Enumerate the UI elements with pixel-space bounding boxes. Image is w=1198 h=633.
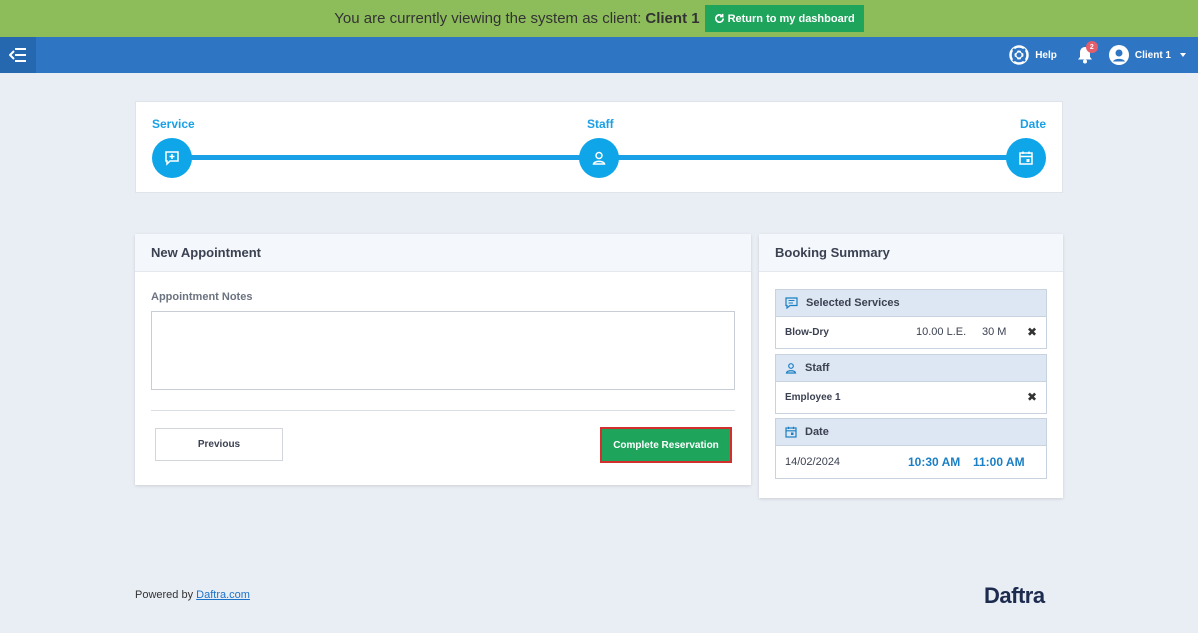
time-slot-end[interactable]: 11:00 AM [973, 446, 1025, 478]
step-label-date: Date [1019, 117, 1046, 131]
booking-summary-panel: Booking Summary Selected Services Blow-D… [759, 234, 1063, 498]
refresh-icon [714, 13, 724, 23]
staff-row: Employee 1 ✖ [775, 382, 1047, 414]
service-icon [165, 151, 179, 166]
service-duration: 30 M [982, 326, 1007, 338]
impersonated-client-name: Client 1 [645, 10, 700, 27]
user-icon [785, 363, 797, 374]
divider [151, 410, 735, 411]
step-label-staff: Staff [587, 117, 614, 131]
user-name: Client 1 [1134, 49, 1171, 61]
staff-title: Staff [805, 362, 830, 374]
help-link[interactable]: Help [1009, 45, 1057, 65]
impersonation-message: You are currently viewing the system as … [334, 10, 642, 27]
new-appointment-panel: New Appointment Appointment Notes Previo… [135, 234, 751, 485]
booking-summary-title: Booking Summary [759, 234, 1063, 272]
service-price: 10.00 L.E. [916, 326, 967, 338]
lifebuoy-icon [1009, 45, 1029, 65]
selected-date: 14/02/2024 [785, 456, 841, 468]
step-connector [186, 155, 586, 160]
step-service[interactable] [152, 138, 192, 178]
powered-by-footer: Powered by Daftra.com [135, 589, 250, 601]
step-date[interactable] [1006, 138, 1046, 178]
notifications-button[interactable]: 2 [1077, 41, 1098, 64]
step-staff[interactable] [579, 138, 619, 178]
staff-header: Staff [775, 354, 1047, 382]
appointment-notes-input[interactable] [151, 311, 735, 390]
comment-icon [785, 297, 798, 309]
remove-staff-button[interactable]: ✖ [1027, 382, 1037, 413]
calendar-icon [1019, 151, 1033, 165]
help-label: Help [1035, 49, 1057, 61]
sidebar-toggle-button[interactable] [0, 37, 36, 73]
chevron-down-icon [1180, 53, 1186, 57]
remove-service-button[interactable]: ✖ [1027, 317, 1037, 348]
user-avatar-icon [1108, 45, 1129, 65]
user-menu-dropdown[interactable]: Client 1 [1108, 45, 1186, 65]
new-appointment-title: New Appointment [135, 234, 751, 272]
date-title: Date [805, 426, 829, 438]
step-label-service: Service [152, 117, 195, 131]
staff-name: Employee 1 [785, 392, 841, 403]
notification-count-badge: 2 [1085, 41, 1098, 53]
return-to-dashboard-button[interactable]: Return to my dashboard [704, 5, 864, 32]
appointment-notes-label: Appointment Notes [151, 291, 253, 303]
previous-button[interactable]: Previous [155, 428, 283, 461]
powered-by-label: Powered by [135, 589, 194, 601]
daftra-link[interactable]: Daftra.com [196, 589, 250, 601]
user-icon [592, 151, 606, 165]
return-to-dashboard-label: Return to my dashboard [727, 12, 855, 25]
calendar-icon [785, 426, 797, 438]
complete-reservation-button[interactable]: Complete Reservation [600, 427, 732, 463]
service-name: Blow-Dry [785, 327, 829, 338]
impersonation-banner: You are currently viewing the system as … [0, 0, 1198, 37]
top-navbar: Help 2 Client 1 [0, 37, 1198, 73]
menu-collapse-icon [9, 48, 26, 62]
daftra-logo: Daftra [984, 583, 1045, 608]
booking-stepper: Service Staff Date [135, 101, 1063, 193]
selected-services-title: Selected Services [806, 297, 900, 309]
time-slot-start[interactable]: 10:30 AM [908, 446, 960, 478]
date-header: Date [775, 418, 1047, 446]
step-connector [616, 155, 1016, 160]
service-row: Blow-Dry 10.00 L.E. 30 M ✖ [775, 317, 1047, 349]
date-row: 14/02/2024 10:30 AM 11:00 AM [775, 446, 1047, 479]
selected-services-header: Selected Services [775, 289, 1047, 317]
